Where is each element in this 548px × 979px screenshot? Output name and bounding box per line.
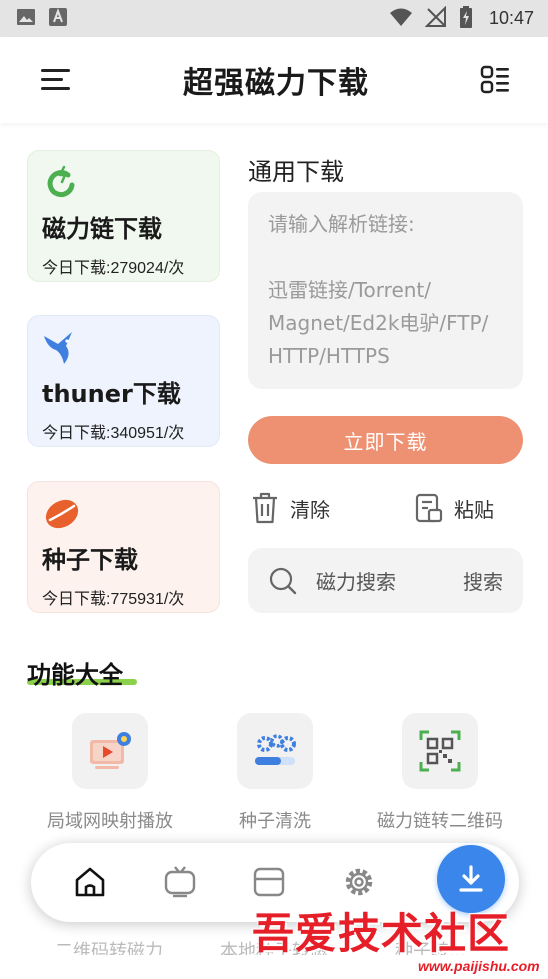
feature-magnet-qr[interactable]: 磁力链转二维码 — [360, 713, 520, 833]
placeholder-gap — [268, 241, 503, 274]
placeholder-line: Magnet/Ed2k电驴/FTP/ — [268, 311, 489, 335]
general-download-title: 通用下载 — [248, 158, 344, 186]
status-bar: 10:47 — [0, 0, 548, 37]
feature-icon-box — [237, 713, 313, 789]
magnet-icon — [47, 165, 75, 198]
image-icon — [16, 7, 36, 31]
trash-icon — [253, 492, 277, 524]
grid-list-icon — [480, 65, 509, 94]
app-header: 超强磁力下载 — [0, 37, 548, 123]
nav-settings[interactable] — [340, 863, 378, 901]
search-icon — [269, 567, 297, 594]
paste-label: 粘贴 — [454, 497, 494, 522]
page-title: 超强磁力下载 — [183, 66, 369, 101]
status-left — [16, 7, 68, 31]
menu-button[interactable] — [40, 64, 72, 96]
watermark-url: www.paijishu.com — [418, 958, 540, 974]
feature-label: 种子清洗 — [239, 811, 311, 832]
download-now-button[interactable]: 立即下载 — [248, 416, 523, 464]
bird-icon — [44, 332, 72, 364]
battery-charging-icon — [459, 5, 473, 32]
nav-card[interactable] — [250, 863, 288, 901]
features-partial-row: 二维码转磁力 本地种子转磁 种子转... — [0, 935, 548, 955]
nav-home[interactable] — [71, 863, 109, 901]
search-button[interactable]: 搜索 — [463, 566, 503, 595]
card-title: 种子下载 — [42, 546, 138, 574]
screen-cast-icon — [90, 732, 131, 769]
clear-label: 清除 — [290, 497, 330, 522]
thuner-download-card[interactable]: thuner下载 今日下载:340951/次 — [27, 315, 220, 447]
nav-tv[interactable] — [161, 863, 199, 901]
card-title: thuner下载 — [42, 380, 181, 408]
card-icon — [253, 867, 285, 897]
placeholder-line: HTTP/HTTPS — [268, 344, 390, 368]
no-signal-icon — [424, 5, 447, 32]
status-time: 10:47 — [488, 8, 534, 28]
wifi-icon — [389, 7, 413, 31]
tv-icon — [164, 866, 196, 898]
feature-label-partial: 本地种子转磁 — [220, 941, 328, 955]
status-right: 10:47 — [389, 5, 534, 32]
card-title: 磁力链下载 — [42, 215, 162, 243]
feature-label-partial: 种子转... — [395, 941, 467, 955]
card-count: 今日下载:340951/次 — [42, 425, 185, 442]
settings-icon — [345, 868, 373, 896]
feature-label: 局域网映射播放 — [47, 811, 173, 832]
card-count: 今日下载:775931/次 — [42, 591, 185, 608]
grid-list-button[interactable] — [480, 64, 512, 96]
feature-icon-box — [72, 713, 148, 789]
clipboard-icon — [415, 493, 443, 523]
placeholder-line: 迅雷链接/Torrent/ — [268, 278, 432, 302]
seed-icon — [45, 499, 79, 529]
link-input[interactable]: 请输入解析链接: 迅雷链接/Torrent/ Magnet/Ed2k电驴/FTP… — [248, 192, 523, 389]
download-fab[interactable] — [437, 845, 505, 913]
gears-progress-icon — [255, 734, 296, 765]
feature-seed-clean[interactable]: 种子清洗 — [195, 713, 355, 833]
feature-label-partial: 二维码转磁力 — [55, 941, 163, 955]
seed-download-card[interactable]: 种子下载 今日下载:775931/次 — [27, 481, 220, 613]
a-icon — [48, 7, 68, 31]
placeholder-line: 请输入解析链接: — [268, 212, 415, 236]
download-icon — [459, 865, 483, 892]
clear-button[interactable]: 清除 — [250, 488, 330, 528]
menu-icon — [41, 69, 70, 90]
magnet-search-box[interactable]: 磁力搜索 搜索 — [248, 548, 523, 613]
features-title: 功能大全 — [27, 661, 123, 689]
feature-icon-box — [402, 713, 478, 789]
feature-lan-cast[interactable]: 局域网映射播放 — [30, 713, 190, 833]
feature-label: 磁力链转二维码 — [377, 811, 503, 832]
magnet-download-card[interactable]: 磁力链下载 今日下载:279024/次 — [27, 150, 220, 282]
home-icon — [75, 867, 105, 897]
card-count: 今日下载:279024/次 — [42, 260, 185, 277]
paste-button[interactable]: 粘贴 — [414, 488, 494, 528]
search-input[interactable]: 磁力搜索 — [316, 566, 463, 595]
qr-code-icon — [419, 730, 461, 772]
